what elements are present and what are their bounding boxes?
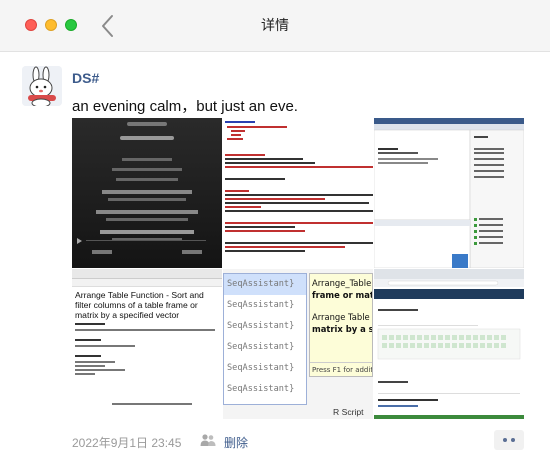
image-browser-screenshot[interactable] [374, 269, 524, 419]
more-actions-button[interactable] [494, 430, 524, 450]
image-r-documentation-screenshot[interactable]: Arrange Table Function - Sort and filter… [72, 269, 222, 419]
autocomplete-item[interactable]: SeqAssistant} [224, 379, 306, 400]
tooltip-hint: Press F1 for additi [310, 362, 372, 376]
moment-detail-window: 详情 DS# an evening calm，but just an eve. [0, 0, 550, 470]
autocomplete-list: SeqAssistant} SeqAssistant} SeqAssistant… [223, 273, 307, 405]
image-grid: Arrange Table Function - Sort and filter… [72, 118, 524, 420]
autocomplete-item[interactable]: SeqAssistant} [224, 274, 306, 295]
image-autocomplete-screenshot[interactable]: SeqAssistant} SeqAssistant} SeqAssistant… [223, 269, 373, 419]
title-bar: 详情 [0, 0, 550, 52]
avatar[interactable] [22, 66, 62, 106]
autocomplete-item[interactable]: SeqAssistant} [224, 295, 306, 316]
autocomplete-item[interactable]: SeqAssistant} [224, 337, 306, 358]
image-ide-screenshot[interactable] [374, 118, 524, 268]
post-text: an evening calm，but just an eve. [72, 98, 298, 115]
image-lyrics-screenshot[interactable] [72, 118, 222, 268]
tooltip-line: Arrange Table [312, 312, 370, 322]
editor-status: R Script [333, 407, 364, 417]
dot-icon [511, 438, 515, 442]
delete-button[interactable]: 删除 [224, 434, 248, 451]
autocomplete-item[interactable]: SeqAssistant} [224, 316, 306, 337]
friends-visibility-icon [200, 434, 216, 446]
post-username[interactable]: DS# [72, 70, 99, 86]
tooltip-line: frame or mat [312, 290, 373, 300]
autocomplete-tooltip: Arrange_Table frame or mat Arrange Table… [309, 273, 373, 377]
tooltip-line: matrix by a sp [312, 324, 373, 334]
dot-icon [503, 438, 507, 442]
image-code-screenshot[interactable] [223, 118, 373, 268]
bunny-avatar-icon [22, 66, 62, 106]
post-timestamp: 2022年9月1日 23:45 [72, 436, 182, 450]
window-title: 详情 [261, 18, 289, 34]
tooltip-line: Arrange_Table [312, 278, 372, 288]
r-doc-heading: Arrange Table Function - Sort and filter… [75, 290, 204, 320]
autocomplete-item[interactable]: SeqAssistant} [224, 358, 306, 379]
